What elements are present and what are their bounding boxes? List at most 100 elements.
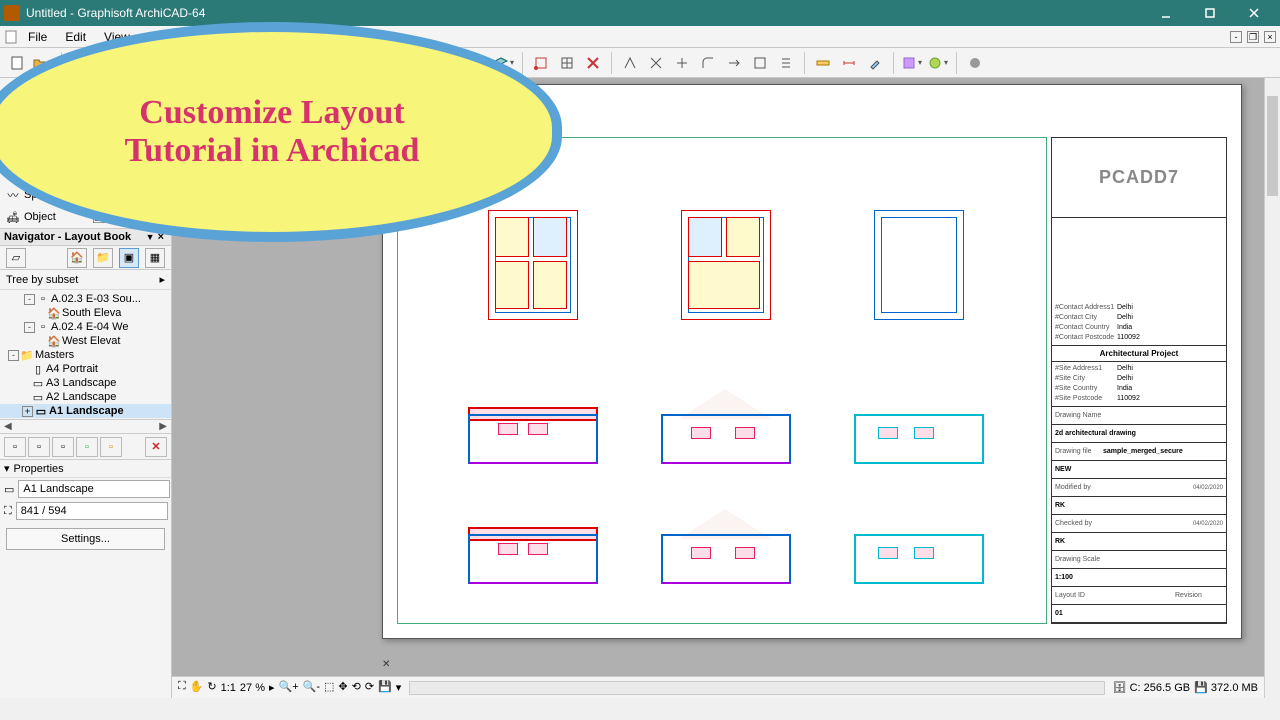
nav-update[interactable]: ▫ <box>76 437 98 457</box>
record-icon[interactable] <box>964 52 986 74</box>
marker-icon[interactable] <box>927 52 949 74</box>
menu-file[interactable]: File <box>20 28 55 46</box>
tree-item-master-a3[interactable]: ▭A3 Landscape <box>0 376 171 390</box>
nav-tab-publisher[interactable]: ▦ <box>145 248 165 268</box>
maximize-button[interactable] <box>1188 0 1232 26</box>
snap-grid-icon[interactable] <box>556 52 578 74</box>
nav-tab-layout[interactable]: ▣ <box>119 248 139 268</box>
window-title: Untitled - Graphisoft ArchiCAD-64 <box>26 6 1144 20</box>
section-b <box>854 509 984 584</box>
drawing-area <box>397 137 1047 624</box>
project-title: Architectural Project <box>1052 346 1226 362</box>
title-block: PCADD7 #Contact Address1Delhi #Contact C… <box>1051 137 1227 624</box>
zoom-percent[interactable]: 27 % <box>240 682 265 694</box>
vertical-scrollbar[interactable] <box>1264 78 1280 698</box>
spline-icon: 〰 <box>6 188 20 202</box>
elev-south <box>468 509 598 584</box>
disk-status: 🗄 C: 256.5 GB <box>1113 681 1191 694</box>
floorplan-first <box>681 210 771 320</box>
navigator-subset[interactable]: Tree by subset ▸ <box>0 270 171 290</box>
titlebar: Untitled - Graphisoft ArchiCAD-64 <box>0 0 1280 26</box>
mdi-close-button[interactable]: × <box>1264 31 1276 43</box>
zoom-out-icon[interactable]: 🔍- <box>303 680 320 696</box>
zoom-bar: ⛶ ✋ ↻ 1:1 27 % ▸ 🔍+ 🔍- ⬚ ✥ ⟲ ⟳ 💾 ▾ 🗄 C: … <box>172 676 1264 698</box>
nav-action-1[interactable]: ▫ <box>4 437 26 457</box>
split-icon[interactable] <box>619 52 641 74</box>
zoom-next-icon[interactable]: ⟳ <box>365 680 374 696</box>
tree-item-layout[interactable]: -▫A.02.4 E-04 We <box>0 320 171 334</box>
new-button[interactable] <box>6 52 28 74</box>
tree-item-drawing[interactable]: 🏠West Elevat <box>0 334 171 348</box>
dimension-icon[interactable] <box>838 52 860 74</box>
canvas-close-icon[interactable]: ✕ <box>382 659 390 670</box>
object-icon: 🛋 <box>6 210 20 224</box>
navigator-tabs: ▱ 🏠 📁 ▣ ▦ <box>0 246 171 270</box>
floorplan-ground <box>488 210 578 320</box>
zoom-prev-icon[interactable]: ⟲ <box>352 680 361 696</box>
intersect-icon[interactable] <box>645 52 667 74</box>
fillet-icon[interactable] <box>697 52 719 74</box>
nav-tab-view[interactable]: 🏠 <box>67 248 87 268</box>
zoom-fit-icon[interactable]: ⛶ <box>178 680 186 696</box>
trim-icon[interactable] <box>671 52 693 74</box>
floorplan-roof <box>874 210 964 320</box>
prop-name-row: ▭ <box>0 478 171 500</box>
snap-cancel-icon[interactable] <box>582 52 604 74</box>
prop-size-row: ⛶ <box>0 500 171 522</box>
navigator-title: Navigator - Layout Book <box>4 231 131 243</box>
extend-icon[interactable] <box>723 52 745 74</box>
close-button[interactable] <box>1232 0 1276 26</box>
prop-name-input[interactable] <box>18 480 170 498</box>
tree-item-layout[interactable]: -▫A.02.3 E-03 Sou... <box>0 292 171 306</box>
mdi-restore-button[interactable]: ❐ <box>1247 31 1259 43</box>
menu-edit[interactable]: Edit <box>57 28 94 46</box>
nav-tab-folder[interactable]: 📁 <box>93 248 113 268</box>
properties-header[interactable]: ▾ Properties <box>0 460 171 478</box>
zoom-save-icon[interactable]: 💾 <box>378 680 392 696</box>
nav-drawing[interactable]: ▫ <box>100 437 122 457</box>
nav-new-master[interactable]: ▫ <box>52 437 74 457</box>
pan-icon[interactable]: ✥ <box>338 680 347 696</box>
app-logo-icon <box>4 5 20 21</box>
snap-corner-icon[interactable] <box>530 52 552 74</box>
mdi-minimize-button[interactable]: - <box>1230 31 1242 43</box>
measure-icon[interactable] <box>812 52 834 74</box>
size-icon: ⛶ <box>4 505 12 517</box>
tutorial-overlay: Customize Layout Tutorial in Archicad <box>0 22 562 242</box>
horizontal-scrollbar[interactable] <box>409 681 1104 695</box>
elev-north <box>468 389 598 464</box>
navigator-tree: -▫A.02.3 E-03 Sou... 🏠South Eleva -▫A.02… <box>0 290 171 420</box>
memory-status: 💾 372.0 MB <box>1194 681 1258 694</box>
elev-west <box>661 509 791 584</box>
elev-east <box>661 389 791 464</box>
company-logo: PCADD7 <box>1052 138 1226 218</box>
tree-item-masters[interactable]: -📁Masters <box>0 348 171 362</box>
zoom-ratio[interactable]: 1:1 <box>221 682 236 694</box>
nav-new-layout[interactable]: ▫ <box>28 437 50 457</box>
minimize-button[interactable] <box>1144 0 1188 26</box>
settings-button[interactable]: Settings... <box>6 528 165 550</box>
doc-icon <box>4 30 18 44</box>
overlay-line-1: Customize Layout <box>139 94 404 132</box>
nav-tab-project[interactable]: ▱ <box>6 248 26 268</box>
tree-item-master-a1[interactable]: +▭A1 Landscape <box>0 404 171 418</box>
align-icon[interactable] <box>775 52 797 74</box>
resize-icon[interactable] <box>749 52 771 74</box>
eyedrop-icon[interactable] <box>864 52 886 74</box>
overlay-line-2: Tutorial in Archicad <box>125 132 420 170</box>
prop-size-input[interactable] <box>16 502 168 520</box>
tree-item-master-a2[interactable]: ▭A2 Landscape <box>0 390 171 404</box>
tree-item-master-a4[interactable]: ▯A4 Portrait <box>0 362 171 376</box>
sheet-icon: ▭ <box>4 483 14 495</box>
zoom-hand-icon[interactable]: ✋ <box>190 680 204 696</box>
nav-delete[interactable]: ✕ <box>145 437 167 457</box>
zoom-orbit-icon[interactable]: ↻ <box>207 680 216 696</box>
zoom-in-icon[interactable]: 🔍+ <box>279 680 299 696</box>
tree-hscroll[interactable]: ◀▶ <box>0 420 171 434</box>
tree-item-drawing[interactable]: 🏠South Eleva <box>0 306 171 320</box>
navigator-buttons: ▫ ▫ ▫ ▫ ▫ ✕ <box>0 434 171 460</box>
section-a <box>854 389 984 464</box>
zoom-dropdown-icon[interactable]: ▸ <box>269 681 275 694</box>
zoom-extents-icon[interactable]: ⬚ <box>324 680 334 696</box>
render-icon[interactable] <box>901 52 923 74</box>
